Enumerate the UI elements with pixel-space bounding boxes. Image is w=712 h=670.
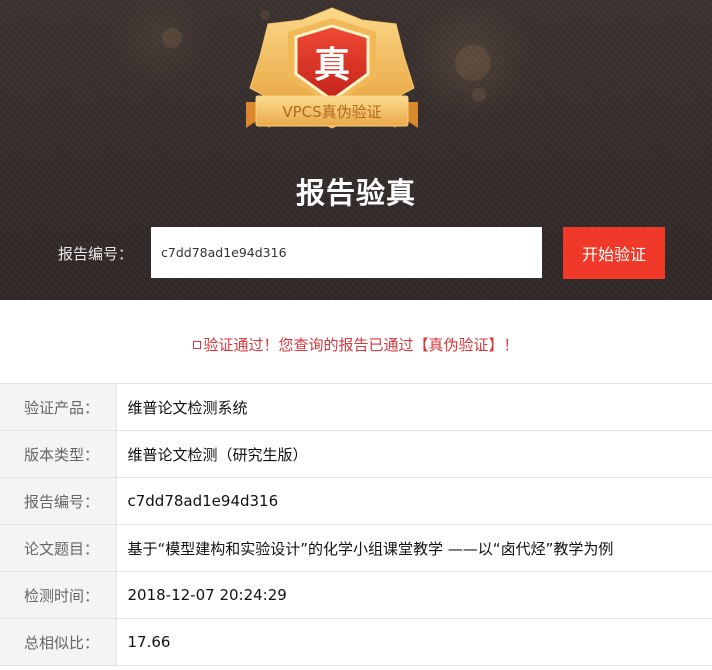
row-value: 维普论文检测（研究生版） (116, 430, 712, 478)
bokeh-light (472, 88, 486, 102)
badge-char: 真 (314, 45, 350, 86)
table-row: 总相似比： 17.66 (0, 618, 712, 666)
bokeh-light (455, 45, 491, 81)
badge-ribbon-text: VPCS真伪验证 (282, 103, 381, 121)
row-label: 检测时间： (0, 571, 117, 619)
page-title: 报告验真 (295, 176, 416, 210)
row-label: 总相似比： (0, 618, 117, 666)
table-row: 验证产品： 维普论文检测系统 (0, 383, 712, 431)
report-details-table: 验证产品： 维普论文检测系统 版本类型： 维普论文检测（研究生版） 报告编号： … (0, 383, 712, 666)
row-value: 基于“模型建构和实验设计”的化学小组课堂教学 ——以“卤代烃”教学为例 (116, 524, 712, 572)
table-row: 报告编号： c7dd78ad1e94d316 (0, 477, 712, 525)
verification-result-message: 验证通过！您查询的报告已通过【真伪验证】！ (0, 334, 712, 355)
table-row: 检测时间： 2018-12-07 20:24:29 (0, 571, 712, 619)
row-label: 版本类型： (0, 430, 117, 478)
vpcs-shield-badge-icon: 真 VPCS真伪验证 (246, 7, 418, 129)
row-value: 维普论文检测系统 (116, 383, 712, 431)
hero-banner: 真 VPCS真伪验证 报告验真 报告编号： 开始验证 (0, 0, 712, 300)
report-number-input[interactable] (151, 227, 542, 278)
row-label: 验证产品： (0, 383, 117, 431)
table-row: 论文题目： 基于“模型建构和实验设计”的化学小组课堂教学 ——以“卤代烃”教学为… (0, 524, 712, 572)
row-value: 2018-12-07 20:24:29 (116, 571, 712, 619)
table-row: 版本类型： 维普论文检测（研究生版） (0, 430, 712, 478)
report-number-label: 报告编号： (58, 245, 134, 263)
start-verify-button[interactable]: 开始验证 (563, 227, 665, 279)
row-label: 报告编号： (0, 477, 117, 525)
bokeh-light (162, 28, 182, 48)
check-box-icon (193, 341, 202, 349)
row-value: 17.66 (116, 618, 712, 666)
result-text: 验证通过！您查询的报告已通过【真伪验证】！ (203, 336, 519, 354)
row-label: 论文题目： (0, 524, 117, 572)
row-value: c7dd78ad1e94d316 (116, 477, 712, 525)
